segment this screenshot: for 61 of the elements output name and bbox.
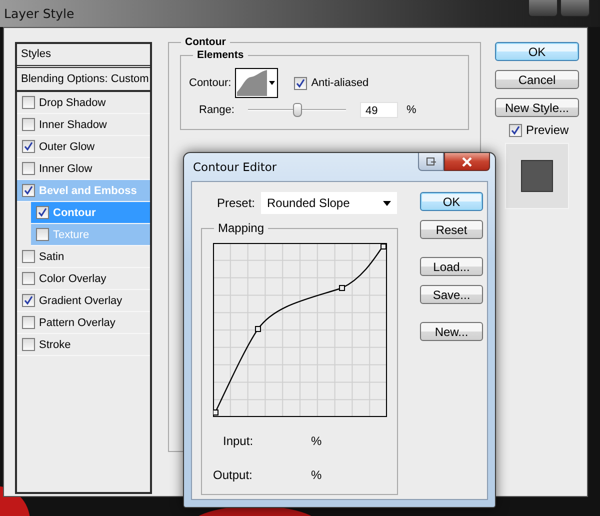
editor-button[interactable]: OK: [420, 192, 483, 211]
caption-button[interactable]: [560, 0, 590, 17]
preview-label: Preview: [526, 123, 569, 137]
checkbox[interactable]: [22, 118, 35, 131]
checkbox[interactable]: [509, 124, 522, 136]
restore-button[interactable]: [418, 153, 444, 171]
checkbox[interactable]: [36, 206, 49, 219]
checkbox[interactable]: [22, 162, 35, 175]
group-title: Elements: [193, 49, 248, 61]
slider-thumb[interactable]: [292, 103, 302, 117]
caption-button[interactable]: [528, 0, 558, 17]
checkbox[interactable]: [36, 228, 49, 241]
style-item[interactable]: Satin: [17, 246, 150, 268]
contour-label: Contour:: [189, 77, 232, 89]
output-label: Output:: [213, 468, 254, 482]
style-item[interactable]: Stroke: [17, 334, 150, 356]
checkbox[interactable]: [22, 338, 35, 351]
preset-dropdown[interactable]: Rounded Slope: [261, 192, 398, 214]
editor-button[interactable]: Load...: [420, 257, 483, 276]
range-label: Range:: [199, 104, 234, 116]
caret-icon: [383, 200, 392, 206]
window-title: Layer Style: [4, 6, 74, 21]
editor-button[interactable]: Save...: [420, 285, 483, 304]
group-title: Contour: [181, 36, 230, 48]
checkbox[interactable]: [22, 272, 35, 285]
contour-picker[interactable]: [235, 68, 278, 98]
percent-unit: %: [406, 104, 416, 116]
window-title: Contour Editor: [192, 160, 278, 174]
anti-aliased-label: Anti-aliased: [311, 77, 369, 89]
curve-graph-drawing[interactable]: [213, 243, 387, 417]
blending-options-item[interactable]: Blending Options: Custom: [17, 68, 150, 92]
style-item[interactable]: Outer Glow: [17, 136, 150, 158]
window-icon: [426, 156, 436, 166]
checkbox[interactable]: [294, 76, 308, 90]
dialog-button[interactable]: New Style...: [495, 98, 579, 117]
range-input[interactable]: 49: [360, 102, 398, 118]
checkbox[interactable]: [22, 316, 35, 329]
close-icon: [462, 156, 472, 166]
close-button[interactable]: [444, 153, 490, 171]
caret-icon: [269, 81, 276, 85]
styles-header[interactable]: Styles: [17, 44, 150, 68]
dialog-button[interactable]: Cancel: [495, 70, 579, 89]
checkbox[interactable]: [22, 140, 35, 153]
output-unit: %: [311, 468, 322, 482]
preset-label: Preset:: [217, 196, 256, 210]
dialog-button[interactable]: OK: [495, 42, 579, 61]
preview-square: [521, 160, 553, 192]
style-item[interactable]: Inner Shadow: [17, 114, 150, 136]
checkbox[interactable]: [22, 96, 35, 109]
input-label: Input:: [222, 434, 254, 448]
style-item[interactable]: Pattern Overlay: [17, 312, 150, 334]
checkbox[interactable]: [22, 250, 35, 263]
editor-button[interactable]: Reset: [420, 220, 483, 239]
style-item[interactable]: Color Overlay: [17, 268, 150, 290]
group-title: Mapping: [214, 221, 268, 235]
checkbox[interactable]: [22, 294, 35, 307]
style-item[interactable]: Gradient Overlay: [17, 290, 150, 312]
checkbox[interactable]: [22, 184, 35, 197]
editor-button[interactable]: New...: [420, 322, 483, 341]
input-unit: %: [311, 434, 322, 448]
style-item[interactable]: Drop Shadow: [17, 92, 150, 114]
